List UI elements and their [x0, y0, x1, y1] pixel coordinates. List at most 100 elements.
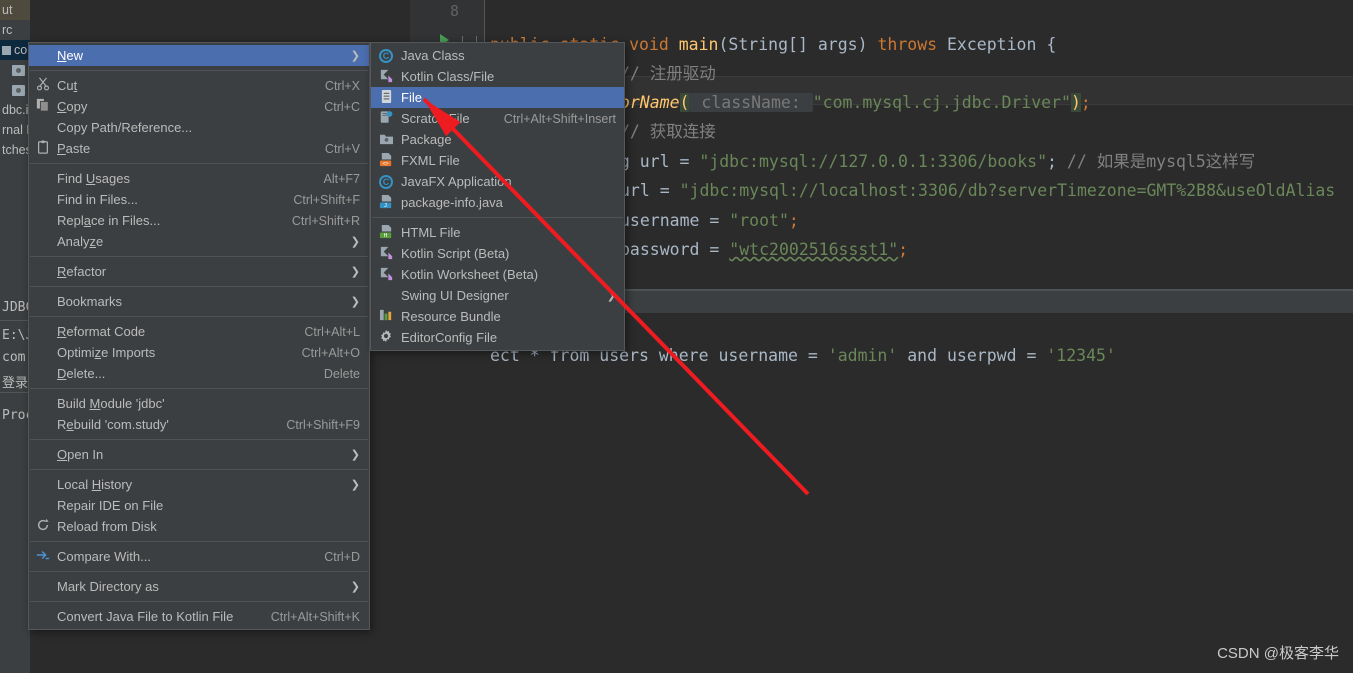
menu-item-shortcut: Delete [323, 366, 360, 381]
chevron-right-icon: ❯ [606, 290, 616, 302]
menu-item-label: Optimize Imports [57, 345, 156, 360]
menu-item-find-in-files[interactable]: Find in Files... Ctrl+Shift+F [29, 189, 369, 210]
menu-item-java-class[interactable]: C Java Class [371, 45, 624, 66]
svg-text:J: J [383, 203, 386, 209]
code-token: (String[] args) [718, 35, 878, 54]
menu-item-compare-with[interactable]: Compare With... Ctrl+D [29, 546, 369, 567]
menu-item-package-info-java[interactable]: Jpackage-info.java [371, 192, 624, 213]
folder-icon [12, 64, 25, 76]
menu-item-html-file[interactable]: H HTML File [371, 222, 624, 243]
console-line: E:\J [2, 328, 30, 343]
reload-icon [36, 518, 50, 535]
menu-item-label: File [401, 90, 422, 105]
menu-item-repair-ide-on-file[interactable]: Repair IDE on File [29, 495, 369, 516]
menu-item-icon-slot [371, 89, 401, 107]
menu-item-package[interactable]: Package [371, 129, 624, 150]
menu-item-kotlin-worksheet-beta[interactable]: Kotlin Worksheet (Beta) [371, 264, 624, 285]
tree-node[interactable] [0, 60, 30, 80]
menu-item-copy[interactable]: Copy Ctrl+C [29, 96, 369, 117]
console-line: com [2, 350, 26, 365]
menu-item-editorconfig-file[interactable]: EditorConfig File [371, 327, 624, 348]
code-line: password = "wtc2002516ssst1"; [620, 235, 908, 265]
menu-item-label: Package [401, 132, 452, 147]
console-line: JDBC [2, 300, 30, 315]
menu-item-convert-java-file-to-kotlin-file[interactable]: Convert Java File to Kotlin File Ctrl+Alt… [29, 606, 369, 627]
javafx-app-icon: C [379, 174, 393, 189]
menu-item-javafx-application[interactable]: C JavaFX Application [371, 171, 624, 192]
chevron-right-icon: ❯ [350, 581, 360, 593]
menu-item-mark-directory-as[interactable]: Mark Directory as ❯ [29, 576, 369, 597]
menu-item-shortcut: Ctrl+Alt+Shift+Insert [503, 111, 616, 126]
code-token: "com.mysql.cj.jdbc.Driver" [812, 93, 1071, 112]
menu-item-scratch-file[interactable]: Scratch File Ctrl+Alt+Shift+Insert [371, 108, 624, 129]
tree-node[interactable]: rc [0, 20, 30, 40]
scissors-icon [36, 77, 50, 94]
menu-item-kotlin-script-beta[interactable]: Kotlin Script (Beta) [371, 243, 624, 264]
console-separator [0, 320, 30, 321]
tree-node-label: ut [2, 3, 13, 17]
context-menu[interactable]: New ❯ Cut Ctrl+X Copy Ctrl+C Copy Path/Referen… [28, 42, 370, 630]
menu-item-shortcut: Ctrl+Shift+R [291, 213, 360, 228]
code-token: url = [620, 181, 680, 200]
tree-node[interactable]: tches [0, 140, 30, 160]
menu-item-label: Replace in Files... [57, 213, 161, 228]
menu-item-find-usages[interactable]: Find Usages Alt+F7 [29, 168, 369, 189]
menu-item-label: Resource Bundle [401, 309, 501, 324]
tree-node-label: dbc.im [2, 103, 30, 117]
menu-item-swing-ui-designer[interactable]: Swing UI Designer ❯ [371, 285, 624, 306]
menu-item-copy-path-reference[interactable]: Copy Path/Reference... [29, 117, 369, 138]
menu-item-label: EditorConfig File [401, 330, 498, 345]
menu-item-kotlin-class-file[interactable]: Kotlin Class/File [371, 66, 624, 87]
compare-icon [36, 548, 50, 565]
line-number: 8 [449, 2, 459, 20]
menu-separator [30, 70, 368, 71]
menu-item-label: Refactor [57, 264, 107, 279]
menu-item-fxml-file[interactable]: <> FXML File [371, 150, 624, 171]
tree-node[interactable]: ut [0, 0, 30, 20]
menu-item-build-module-jdbc[interactable]: Build Module 'jdbc' [29, 393, 369, 414]
tree-node[interactable] [0, 80, 30, 100]
menu-item-local-history[interactable]: Local History ❯ [29, 474, 369, 495]
menu-item-replace-in-files[interactable]: Replace in Files... Ctrl+Shift+R [29, 210, 369, 231]
tree-node[interactable]: com [0, 40, 30, 60]
menu-item-new[interactable]: New ❯ [29, 45, 369, 66]
menu-separator [30, 256, 368, 257]
menu-separator [30, 571, 368, 572]
chevron-right-icon: ❯ [350, 266, 360, 278]
menu-item-icon-slot [29, 548, 57, 565]
menu-separator [30, 439, 368, 440]
menu-item-label: Find in Files... [57, 192, 138, 207]
run-tool-window[interactable]: JDBC E:\J com 登录 Proc [0, 296, 30, 476]
new-submenu[interactable]: C Java Class Kotlin Class/File File Scratch … [370, 42, 625, 351]
code-token: // 如果是mysql5这样写 [1066, 152, 1256, 171]
menu-item-label: Bookmarks [57, 294, 123, 309]
menu-item-shortcut: Ctrl+V [324, 141, 360, 156]
menu-item-reload-from-disk[interactable]: Reload from Disk [29, 516, 369, 537]
menu-item-label: Kotlin Class/File [401, 69, 495, 84]
watermark: CSDN @极客李华 [1217, 645, 1339, 662]
menu-separator [30, 388, 368, 389]
menu-item-cut[interactable]: Cut Ctrl+X [29, 75, 369, 96]
menu-item-label: HTML File [401, 225, 461, 240]
fxml-file-icon: <> [379, 152, 394, 170]
console-separator [0, 392, 30, 393]
menu-item-open-in[interactable]: Open In ❯ [29, 444, 369, 465]
menu-item-delete[interactable]: Delete... Delete [29, 363, 369, 384]
chevron-right-icon: ❯ [350, 50, 360, 62]
code-token: "root" [729, 211, 789, 230]
menu-item-analyze[interactable]: Analyze ❯ [29, 231, 369, 252]
menu-item-rebuild-com-study[interactable]: Rebuild 'com.study' Ctrl+Shift+F9 [29, 414, 369, 435]
menu-item-file[interactable]: File [371, 87, 624, 108]
menu-item-paste[interactable]: Paste Ctrl+V [29, 138, 369, 159]
code-token: "jdbc:mysql://127.0.0.1:3306/books" [699, 152, 1048, 171]
menu-item-icon-slot [371, 245, 401, 263]
java-file-icon: J [379, 194, 394, 212]
menu-item-bookmarks[interactable]: Bookmarks ❯ [29, 291, 369, 312]
menu-item-optimize-imports[interactable]: Optimize Imports Ctrl+Alt+O [29, 342, 369, 363]
menu-item-reformat-code[interactable]: Reformat Code Ctrl+Alt+L [29, 321, 369, 342]
menu-item-resource-bundle[interactable]: Resource Bundle [371, 306, 624, 327]
tree-node[interactable]: rnal L [0, 120, 30, 140]
menu-item-label: Rebuild 'com.study' [57, 417, 169, 432]
menu-item-refactor[interactable]: Refactor ❯ [29, 261, 369, 282]
tree-node[interactable]: dbc.im [0, 100, 30, 120]
